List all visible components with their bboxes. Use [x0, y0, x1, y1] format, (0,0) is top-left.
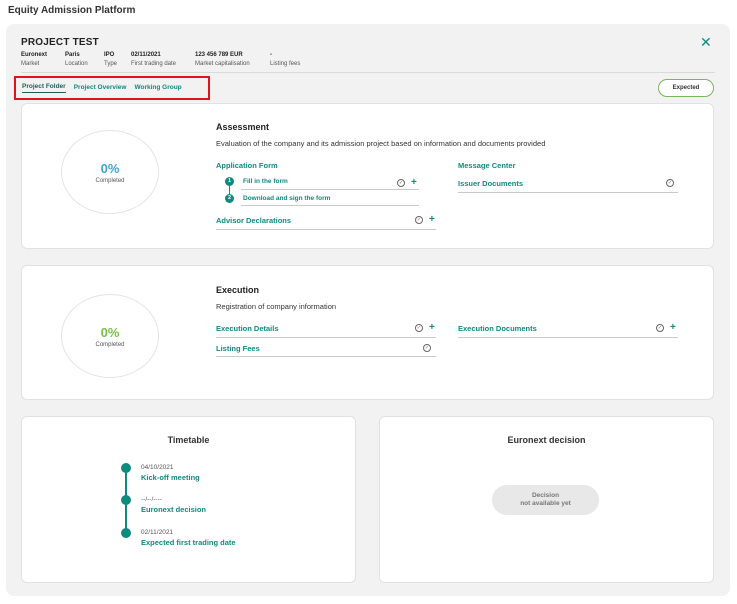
application-form-link[interactable]: Application Form — [216, 161, 278, 170]
timeline-date: --/--/---- — [141, 496, 162, 503]
decision-status-line1: Decision — [531, 492, 560, 499]
assessment-progress-ring: 0% Completed — [61, 130, 159, 214]
meta-market-cap: 123 456 789 EUR Market capitalisation — [195, 52, 250, 67]
assessment-description: Evaluation of the company and its admiss… — [216, 139, 546, 148]
assessment-progress-value: 0% — [100, 160, 120, 176]
download-sign-link[interactable]: Download and sign the form — [243, 195, 330, 202]
add-icon[interactable]: + — [411, 178, 417, 188]
divider — [216, 229, 436, 230]
meta-market: Euronext Market — [21, 52, 47, 67]
close-icon[interactable]: ✕ — [700, 35, 712, 49]
meta-value: 123 456 789 EUR — [195, 52, 243, 58]
divider — [216, 337, 436, 338]
execution-progress-ring: 0% Completed — [61, 294, 159, 378]
timeline-dot — [121, 495, 131, 505]
divider — [216, 356, 436, 357]
timeline-date: 04/10/2021 — [141, 464, 174, 471]
meta-label: Location — [65, 61, 88, 67]
meta-label: Market — [21, 61, 40, 67]
meta-value: 02/11/2021 — [131, 52, 161, 58]
listing-fees-link[interactable]: Listing Fees — [216, 344, 260, 353]
meta-listing-fees: - Listing fees — [270, 52, 300, 67]
meta-value: - — [270, 52, 272, 58]
execution-title: Execution — [216, 285, 260, 295]
issuer-documents-link[interactable]: Issuer Documents — [458, 179, 523, 188]
execution-description: Registration of company information — [216, 302, 337, 311]
project-header: PROJECT TEST ✕ Euronext Market Paris Loc… — [6, 24, 730, 104]
app-title: Equity Admission Platform — [8, 5, 136, 16]
check-circle-icon: ✓ — [415, 324, 423, 332]
execution-documents-link[interactable]: Execution Documents — [458, 324, 537, 333]
divider — [458, 192, 678, 193]
timeline-event: Kick-off meeting — [141, 473, 200, 482]
execution-details-link[interactable]: Execution Details — [216, 324, 279, 333]
meta-label: Type — [104, 61, 118, 67]
message-center-link[interactable]: Message Center — [458, 161, 516, 170]
divider — [21, 72, 715, 73]
add-icon[interactable]: + — [429, 215, 435, 225]
timeline-date: 02/11/2021 — [141, 529, 174, 536]
project-name: PROJECT TEST — [21, 37, 99, 48]
assessment-title: Assessment — [216, 122, 270, 132]
tab-project-overview[interactable]: Project Overview — [74, 84, 127, 93]
step-1-badge: 1 — [225, 177, 234, 186]
meta-location: Paris Location — [65, 52, 88, 67]
decision-status-pill: Decision not available yet — [492, 485, 599, 515]
meta-first-trading-date: 02/11/2021 First trading date — [131, 52, 176, 67]
status-badge: Expected — [658, 79, 714, 97]
timeline-event: Expected first trading date — [141, 538, 236, 547]
tab-working-group[interactable]: Working Group — [134, 84, 181, 93]
meta-value: Euronext — [21, 52, 48, 58]
check-circle-icon: ✓ — [666, 179, 674, 187]
decision-title: Euronext decision — [507, 435, 586, 445]
add-icon[interactable]: + — [429, 323, 435, 333]
timeline-event: Euronext decision — [141, 505, 207, 514]
meta-label: First trading date — [131, 61, 177, 67]
check-circle-icon: ✓ — [423, 344, 431, 352]
execution-progress-value: 0% — [100, 324, 120, 340]
check-circle-icon: ✓ — [397, 179, 405, 187]
meta-value: IPO — [104, 52, 115, 58]
meta-type: IPO Type — [104, 52, 117, 67]
tab-project-folder[interactable]: Project Folder — [22, 83, 66, 93]
timeline-dot — [121, 528, 131, 538]
divider — [241, 189, 419, 190]
fill-form-link[interactable]: Fill in the form — [243, 178, 288, 185]
timetable-title: Timetable — [167, 435, 210, 445]
assessment-progress-label: Completed — [95, 177, 125, 184]
advisor-declarations-link[interactable]: Advisor Declarations — [216, 216, 291, 225]
divider — [241, 205, 419, 206]
timeline-dot — [121, 463, 131, 473]
meta-label: Market capitalisation — [195, 61, 250, 67]
execution-progress-label: Completed — [95, 341, 125, 348]
tab-bar: Project Folder Project Overview Working … — [14, 76, 210, 100]
check-circle-icon: ✓ — [656, 324, 664, 332]
add-icon[interactable]: + — [670, 323, 676, 333]
divider — [458, 337, 678, 338]
meta-label: Listing fees — [270, 61, 301, 67]
meta-value: Paris — [65, 52, 80, 58]
check-circle-icon: ✓ — [415, 216, 423, 224]
decision-status-line2: not available yet — [520, 500, 571, 507]
step-2-badge: 2 — [225, 194, 234, 203]
